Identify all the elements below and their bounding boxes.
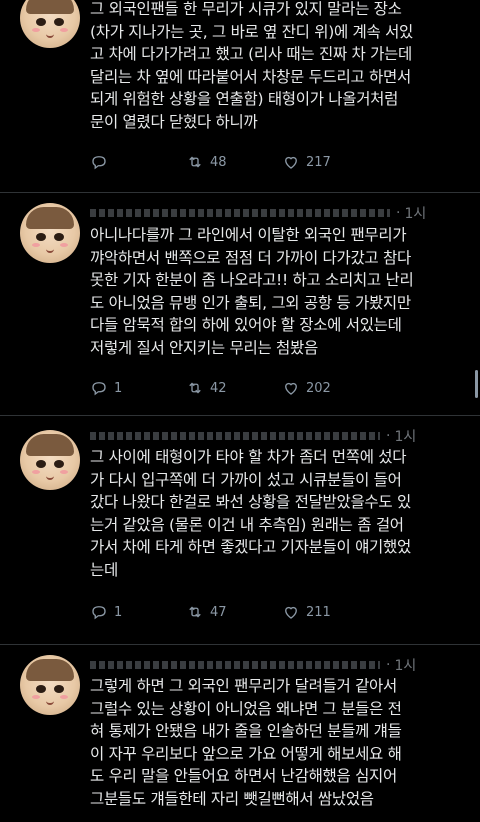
tweet-3[interactable]: · 1시 그 사이에 태형이가 타야 할 차가 좀더 먼쪽에 섰다 가 다시 입… xyxy=(0,416,480,644)
retweet-icon xyxy=(189,606,201,618)
tweet-2[interactable]: · 1시 아니나다를까 그 라인에서 이탈한 외국인 팬무리가 꺄악하면서 밴쪽… xyxy=(0,193,480,415)
reply-icon xyxy=(92,156,106,170)
retweet-button[interactable]: 47 xyxy=(186,603,282,621)
tweet-actions: 1 42 202 xyxy=(90,378,450,398)
tweet-actions: 48 217 xyxy=(90,152,450,172)
reply-count: 1 xyxy=(114,380,123,396)
tweet-text: 그렇게 하면 그 외국인 팬무리가 달려들거 같아서 그럴수 있는 상황이 아니… xyxy=(90,677,402,808)
profile-avatar[interactable] xyxy=(20,0,80,48)
retweet-count: 48 xyxy=(210,154,227,170)
retweet-button[interactable]: 48 xyxy=(186,153,282,171)
scrollbar[interactable] xyxy=(475,370,478,398)
retweet-button[interactable]: 42 xyxy=(186,379,282,397)
tweet-time: 1시 xyxy=(404,206,427,222)
reply-button[interactable]: 1 xyxy=(90,603,186,621)
heart-icon xyxy=(285,606,297,619)
reply-icon xyxy=(92,382,106,396)
like-button[interactable]: 202 xyxy=(282,379,378,397)
reply-button[interactable]: 1 xyxy=(90,379,186,397)
heart-icon xyxy=(285,156,297,169)
retweet-icon xyxy=(189,156,201,168)
like-button[interactable]: 217 xyxy=(282,153,378,171)
tweet-time: 1시 xyxy=(394,658,417,674)
like-count: 211 xyxy=(306,604,331,620)
author-name-redacted xyxy=(90,661,380,669)
tweet-header: · 1시 xyxy=(90,426,416,446)
tweet-4[interactable]: · 1시 그렇게 하면 그 외국인 팬무리가 달려들거 같아서 그럴수 있는 상… xyxy=(0,645,480,822)
author-name-redacted xyxy=(90,209,390,217)
tweet-time: 1시 xyxy=(394,429,417,445)
tweet-text: 그 외국인팬들 한 무리가 시큐가 있지 말라는 장소 (차가 지나가는 곳, … xyxy=(90,0,414,131)
like-count: 217 xyxy=(306,154,331,170)
like-count: 202 xyxy=(306,380,331,396)
tweet-text: 아니나다를까 그 라인에서 이탈한 외국인 팬무리가 꺄악하면서 밴쪽으로 점점… xyxy=(90,226,414,357)
profile-avatar[interactable] xyxy=(20,430,80,490)
tweet-header: · 1시 xyxy=(90,203,426,223)
tweet-actions: 1 47 211 xyxy=(90,602,450,622)
profile-avatar[interactable] xyxy=(20,203,80,263)
tweet-1[interactable]: 그 외국인팬들 한 무리가 시큐가 있지 말라는 장소 (차가 지나가는 곳, … xyxy=(0,0,480,192)
author-name-redacted xyxy=(90,432,380,440)
retweet-count: 47 xyxy=(210,604,227,620)
reply-button[interactable] xyxy=(90,153,186,171)
retweet-icon xyxy=(189,382,201,394)
retweet-count: 42 xyxy=(210,380,227,396)
tweet-header: · 1시 xyxy=(90,655,416,675)
tweet-text: 그 사이에 태형이가 타야 할 차가 좀더 먼쪽에 섰다 가 다시 입구쪽에 더… xyxy=(90,448,411,579)
heart-icon xyxy=(285,382,297,395)
reply-icon xyxy=(92,606,106,620)
profile-avatar[interactable] xyxy=(20,655,80,715)
reply-count: 1 xyxy=(114,604,123,620)
like-button[interactable]: 211 xyxy=(282,603,378,621)
